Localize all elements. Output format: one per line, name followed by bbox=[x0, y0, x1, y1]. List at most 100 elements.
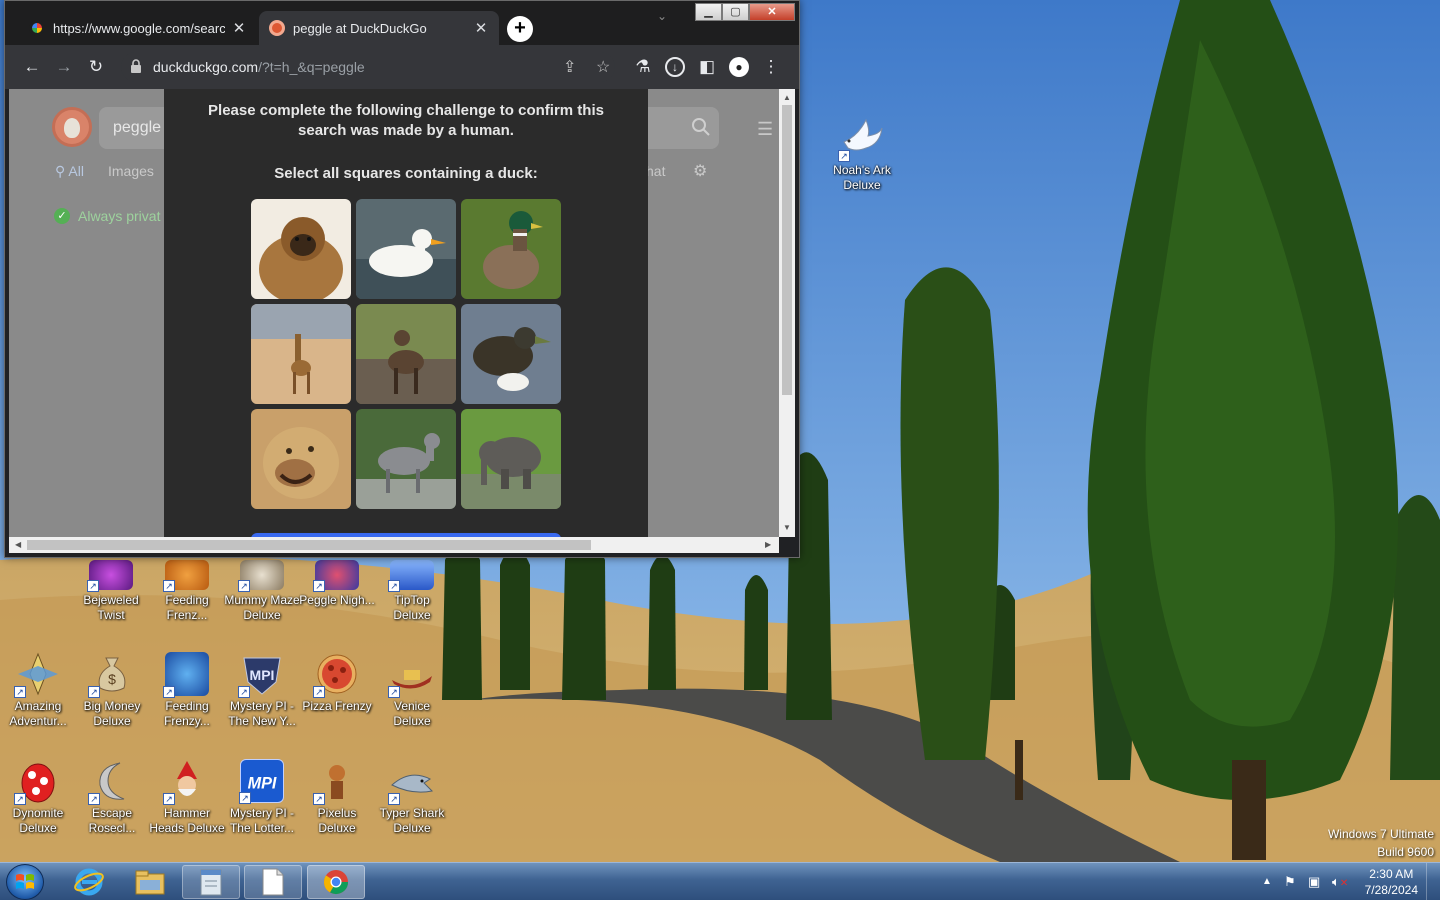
compass-icon: ↗ bbox=[14, 652, 60, 698]
desktop-icon-label: Big Money Deluxe bbox=[83, 699, 141, 728]
document-icon bbox=[262, 868, 284, 896]
tab-google-search[interactable]: https://www.google.com/search? ✕ bbox=[19, 11, 257, 45]
tab-duckduckgo[interactable]: peggle at DuckDuckGo ✕ bbox=[259, 11, 499, 45]
desktop-icon-label: Amazing Adventur... bbox=[9, 699, 67, 728]
challenge-tile-elephant[interactable] bbox=[461, 409, 561, 509]
challenge-tile-nilgai[interactable] bbox=[356, 409, 456, 509]
url-text: duckduckgo.com/?t=h_&q=peggle bbox=[153, 59, 365, 75]
desktop-icon-amazing-adventures[interactable]: ↗ Amazing Adventur... bbox=[0, 652, 76, 729]
window-close-button[interactable]: ✕ bbox=[749, 3, 795, 21]
desktop-icon-typer-shark[interactable]: ↗ Typer Shark Deluxe bbox=[374, 759, 450, 836]
scroll-left-arrow-icon[interactable]: ◀ bbox=[15, 540, 21, 549]
address-bar[interactable]: duckduckgo.com/?t=h_&q=peggle ⇪ ☆ bbox=[121, 52, 615, 82]
desktop-icon-noahs-ark[interactable]: ↗ Noah's Ark Deluxe bbox=[824, 116, 900, 193]
desktop-icon-pixelus[interactable]: ↗ Pixelus Deluxe bbox=[299, 759, 375, 836]
scroll-right-arrow-icon[interactable]: ▶ bbox=[765, 540, 771, 549]
duckduckgo-logo[interactable] bbox=[52, 107, 92, 147]
back-arrow-icon[interactable]: ← bbox=[22, 57, 42, 77]
desktop-icon-pizza-frenzy[interactable]: ↗ Pizza Frenzy bbox=[299, 652, 375, 714]
taskbar-internet-explorer[interactable] bbox=[60, 865, 118, 899]
desktop-icon-hammer-heads[interactable]: ↗ Hammer Heads Deluxe bbox=[149, 759, 225, 836]
egg-icon: ↗ bbox=[14, 759, 60, 805]
forward-arrow-icon[interactable]: → bbox=[54, 57, 74, 77]
watermark-edition: Windows 7 Ultimate bbox=[1327, 827, 1434, 841]
share-icon[interactable]: ⇪ bbox=[563, 57, 576, 77]
profile-avatar-icon[interactable]: ● bbox=[729, 57, 749, 77]
chevron-up-icon[interactable]: ▲ bbox=[1262, 876, 1272, 887]
minimize-button[interactable]: ▁ bbox=[695, 3, 722, 21]
desktop-icon-label: Escape Rosecl... bbox=[88, 806, 136, 835]
desktop-icon-label: Hammer Heads Deluxe bbox=[149, 806, 225, 835]
horizontal-scrollbar[interactable]: ◀ ▶ bbox=[9, 537, 779, 553]
kebab-menu-icon[interactable]: ⋮ bbox=[761, 57, 781, 77]
close-icon[interactable]: ✕ bbox=[231, 19, 247, 37]
challenge-tile-waterbuck[interactable] bbox=[356, 304, 456, 404]
tab-images[interactable]: Images bbox=[108, 163, 154, 179]
labs-flask-icon[interactable]: ⚗ bbox=[633, 57, 653, 77]
reload-icon[interactable]: ↻ bbox=[86, 57, 106, 77]
folder-icon bbox=[135, 870, 165, 895]
watermark-build: Build 9600 bbox=[1377, 845, 1434, 859]
challenge-tile-gibbon[interactable] bbox=[251, 199, 351, 299]
desktop-icon-feeding-frenzy-2[interactable]: ↗ Feeding Frenzy... bbox=[149, 652, 225, 729]
scrollbar-thumb[interactable] bbox=[27, 540, 591, 550]
search-query-text: peggle bbox=[113, 119, 162, 136]
svg-text:$: $ bbox=[108, 671, 116, 687]
desktop-icon-dynomite[interactable]: ↗ Dynomite Deluxe bbox=[0, 759, 76, 836]
search-icon[interactable] bbox=[689, 117, 713, 141]
taskbar-clock[interactable]: 2:30 AM 7/28/2024 bbox=[1365, 866, 1418, 898]
show-desktop-button[interactable] bbox=[1426, 863, 1440, 900]
mystery-pi-icon: MPI ↗ bbox=[239, 759, 284, 804]
network-icon[interactable]: ▣ bbox=[1308, 874, 1320, 890]
chevron-down-icon[interactable]: ⌄ bbox=[657, 9, 667, 23]
scroll-down-arrow-icon[interactable]: ▼ bbox=[783, 523, 791, 532]
scrollbar-thumb[interactable] bbox=[782, 105, 792, 395]
taskbar-document-window[interactable] bbox=[244, 865, 302, 899]
maximize-button[interactable]: ▢ bbox=[722, 3, 749, 21]
challenge-tile-giraffe[interactable] bbox=[251, 304, 351, 404]
side-panel-icon[interactable]: ◧ bbox=[697, 57, 717, 77]
desktop-icon-tiptop[interactable]: ↗ TipTop Deluxe bbox=[374, 560, 450, 623]
hamburger-menu-icon[interactable]: ☰ bbox=[757, 119, 773, 140]
desktop-icon-big-money[interactable]: $ ↗ Big Money Deluxe bbox=[74, 652, 150, 729]
challenge-tile-duck[interactable] bbox=[461, 304, 561, 404]
tab-title: https://www.google.com/search? bbox=[53, 20, 225, 36]
gnome-icon: ↗ bbox=[163, 759, 209, 805]
scroll-up-arrow-icon[interactable]: ▲ bbox=[783, 93, 791, 102]
challenge-tile-mallard-duck[interactable] bbox=[461, 199, 561, 299]
internet-explorer-icon bbox=[74, 868, 104, 896]
desktop-icon-bejeweled-twist[interactable]: ↗ Bejeweled Twist bbox=[73, 560, 149, 623]
tab-all[interactable]: ⚲ All bbox=[55, 163, 84, 180]
windows-watermark: Windows 7 Ultimate Build 9600 bbox=[1328, 825, 1434, 861]
moon-icon: ↗ bbox=[88, 759, 134, 805]
volume-muted-icon[interactable]: 🔈︎✕ bbox=[1332, 874, 1348, 890]
desktop-icon-feeding-frenzy[interactable]: ↗ Feeding Frenz... bbox=[149, 560, 225, 623]
desktop-icon-mystery-pi-lottery[interactable]: MPI ↗ Mystery PI - The Lotter... bbox=[224, 759, 300, 836]
desktop-icon-escape-rosecliff[interactable]: ↗ Escape Rosecl... bbox=[74, 759, 150, 836]
desktop-icon-peggle-nights[interactable]: ↗ Peggle Nigh... bbox=[299, 560, 375, 608]
taskbar-file-explorer[interactable] bbox=[121, 865, 179, 899]
privacy-notice: ✓ Always privat bbox=[54, 208, 160, 224]
action-center-flag-icon[interactable]: ⚑ bbox=[1284, 874, 1296, 890]
bookmark-star-icon[interactable]: ☆ bbox=[596, 57, 610, 77]
challenge-tile-lioness[interactable] bbox=[251, 409, 351, 509]
close-icon[interactable]: ✕ bbox=[473, 19, 489, 37]
fish-icon: ↗ bbox=[163, 560, 209, 592]
download-icon[interactable]: ↓ bbox=[665, 57, 685, 77]
gear-icon[interactable]: ⚙ bbox=[693, 161, 707, 181]
desktop-icon-label: Feeding Frenzy... bbox=[164, 699, 210, 728]
vertical-scrollbar[interactable]: ▲ ▼ bbox=[779, 89, 795, 537]
desktop-icon-label: Typer Shark Deluxe bbox=[379, 806, 445, 835]
new-tab-button[interactable]: + bbox=[507, 16, 533, 42]
taskbar-notepad-window[interactable] bbox=[182, 865, 240, 899]
clock-time: 2:30 AM bbox=[1369, 867, 1414, 881]
taskbar-chrome-window[interactable] bbox=[307, 865, 365, 899]
start-button[interactable] bbox=[6, 864, 44, 900]
desktop-icon-mystery-pi-new-york[interactable]: MPI ↗ Mystery PI - The New Y... bbox=[224, 652, 300, 729]
windows-logo-icon bbox=[16, 874, 34, 889]
challenge-tile-white-duck[interactable] bbox=[356, 199, 456, 299]
dove-icon: ↗ bbox=[838, 116, 884, 162]
desktop-icon-mummy-maze[interactable]: ↗ Mummy Maze Deluxe bbox=[224, 560, 300, 623]
desktop-icon-venice[interactable]: ↗ Venice Deluxe bbox=[374, 652, 450, 729]
tab-chat[interactable]: hat bbox=[646, 163, 665, 179]
